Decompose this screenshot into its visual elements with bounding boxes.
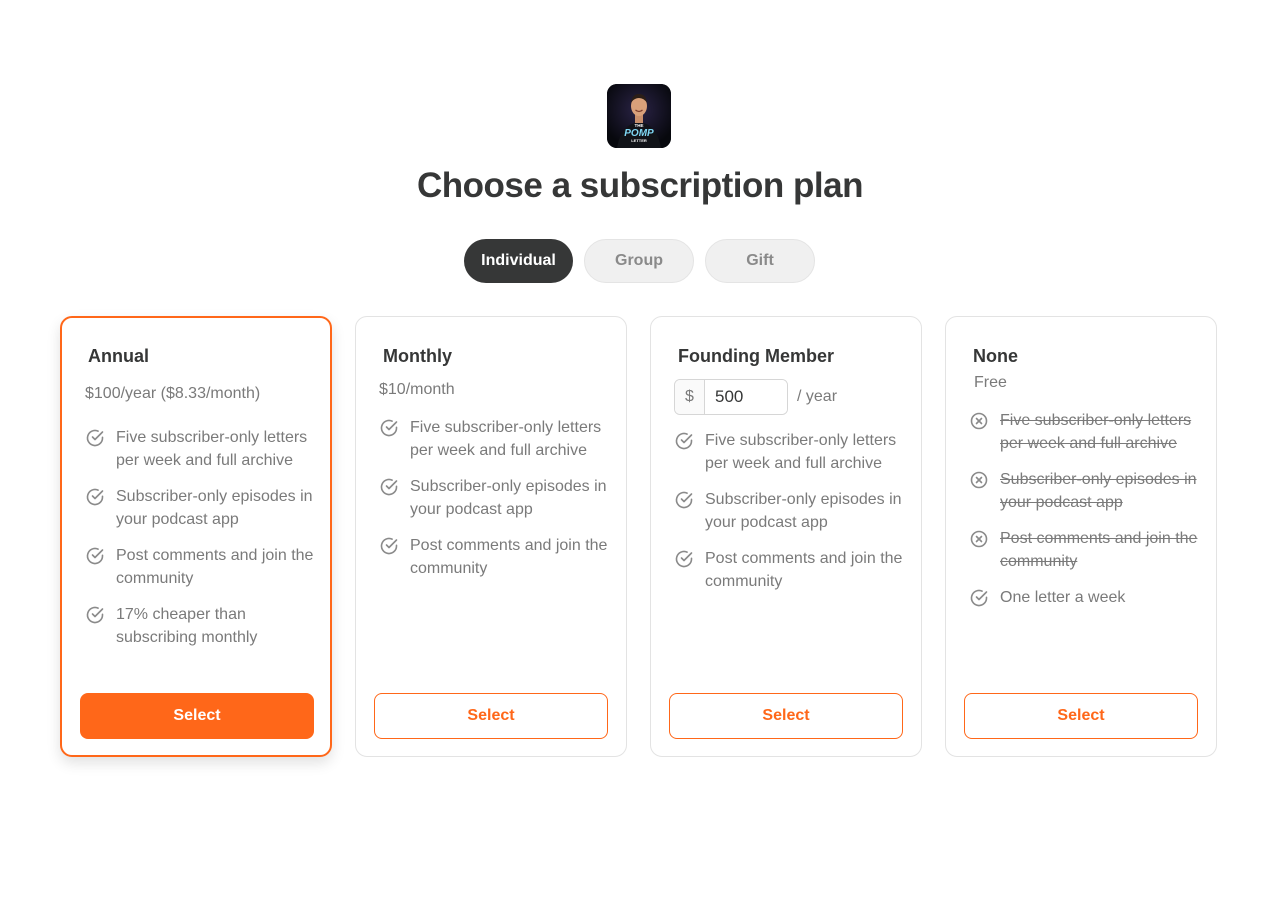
publication-logo: THE POMP LETTER [607,84,671,148]
select-none-button[interactable]: Select [964,693,1198,739]
founding-amount-row: $ / year [674,379,837,415]
feature-item: Post comments and join the community [379,534,618,580]
plan-name: Monthly [383,346,452,366]
plan-card-annual[interactable]: Annual $100/year ($8.33/month) Five subs… [60,316,332,757]
feature-item: Five subscriber-only letters per week an… [674,429,913,475]
founding-amount-input[interactable] [705,380,787,414]
feature-item: Post comments and join the community [969,527,1208,573]
check-circle-icon [674,490,694,510]
feature-text: Subscriber-only episodes in your podcast… [410,478,607,518]
check-circle-icon [379,418,399,438]
feature-text: Five subscriber-only letters per week an… [116,429,308,469]
tab-gift[interactable]: Gift [705,239,815,283]
x-circle-icon [969,411,989,431]
feature-text: Five subscriber-only letters per week an… [410,419,602,459]
plan-price: Free [974,374,1007,391]
feature-item: Subscriber-only episodes in your podcast… [969,468,1208,514]
feature-list: Five subscriber-only letters per week an… [85,426,322,662]
feature-text: 17% cheaper than subscribing monthly [116,606,258,646]
check-circle-icon [85,428,105,448]
feature-list: Five subscriber-only letters per week an… [674,429,913,606]
feature-item: Five subscriber-only letters per week an… [969,409,1208,455]
check-circle-icon [674,431,694,451]
feature-item: Subscriber-only episodes in your podcast… [85,485,322,531]
tab-individual[interactable]: Individual [464,239,573,283]
feature-text: Five subscriber-only letters per week an… [705,432,897,472]
feature-item: Post comments and join the community [85,544,322,590]
billing-period: / year [797,388,838,405]
feature-text: One letter a week [1000,589,1126,606]
feature-item: One letter a week [969,586,1208,609]
feature-item: Subscriber-only episodes in your podcast… [379,475,618,521]
feature-text: Subscriber-only episodes in your podcast… [705,491,902,531]
check-circle-icon [85,605,105,625]
check-circle-icon [674,549,694,569]
plan-type-tabs: Individual Group Gift [464,239,815,283]
plan-price: $10/month [379,381,455,398]
plan-card-founding-member[interactable]: Founding Member $ / year Five subscriber… [650,316,922,757]
select-founding-member-button[interactable]: Select [669,693,903,739]
check-circle-icon [379,477,399,497]
feature-text: Subscriber-only episodes in your podcast… [1000,471,1197,511]
x-circle-icon [969,529,989,549]
page-title: Choose a subscription plan [417,166,863,205]
check-circle-icon [85,546,105,566]
feature-list: Five subscriber-only letters per week an… [969,409,1208,622]
check-circle-icon [969,588,989,608]
check-circle-icon [379,536,399,556]
currency-symbol: $ [675,380,705,414]
plan-price: $100/year ($8.33/month) [85,385,261,402]
plan-name: Annual [88,346,149,366]
feature-item: 17% cheaper than subscribing monthly [85,603,322,649]
feature-item: Five subscriber-only letters per week an… [85,426,322,472]
plan-name: None [973,346,1018,366]
feature-text: Post comments and join the community [705,550,903,590]
feature-text: Post comments and join the community [410,537,608,577]
feature-text: Post comments and join the community [116,547,314,587]
plan-name: Founding Member [678,346,834,366]
feature-text: Subscriber-only episodes in your podcast… [116,488,313,528]
feature-item: Subscriber-only episodes in your podcast… [674,488,913,534]
feature-list: Five subscriber-only letters per week an… [379,416,618,593]
feature-item: Post comments and join the community [674,547,913,593]
plan-card-monthly[interactable]: Monthly $10/month Five subscriber-only l… [355,316,627,757]
feature-text: Post comments and join the community [1000,530,1198,570]
x-circle-icon [969,470,989,490]
logo-text-letter: LETTER [631,138,647,143]
amount-field: $ [674,379,788,415]
plan-card-none[interactable]: None Free Five subscriber-only letters p… [945,316,1217,757]
select-monthly-button[interactable]: Select [374,693,608,739]
feature-item: Five subscriber-only letters per week an… [379,416,618,462]
check-circle-icon [85,487,105,507]
feature-text: Five subscriber-only letters per week an… [1000,412,1192,452]
select-annual-button[interactable]: Select [80,693,314,739]
tab-group[interactable]: Group [584,239,694,283]
